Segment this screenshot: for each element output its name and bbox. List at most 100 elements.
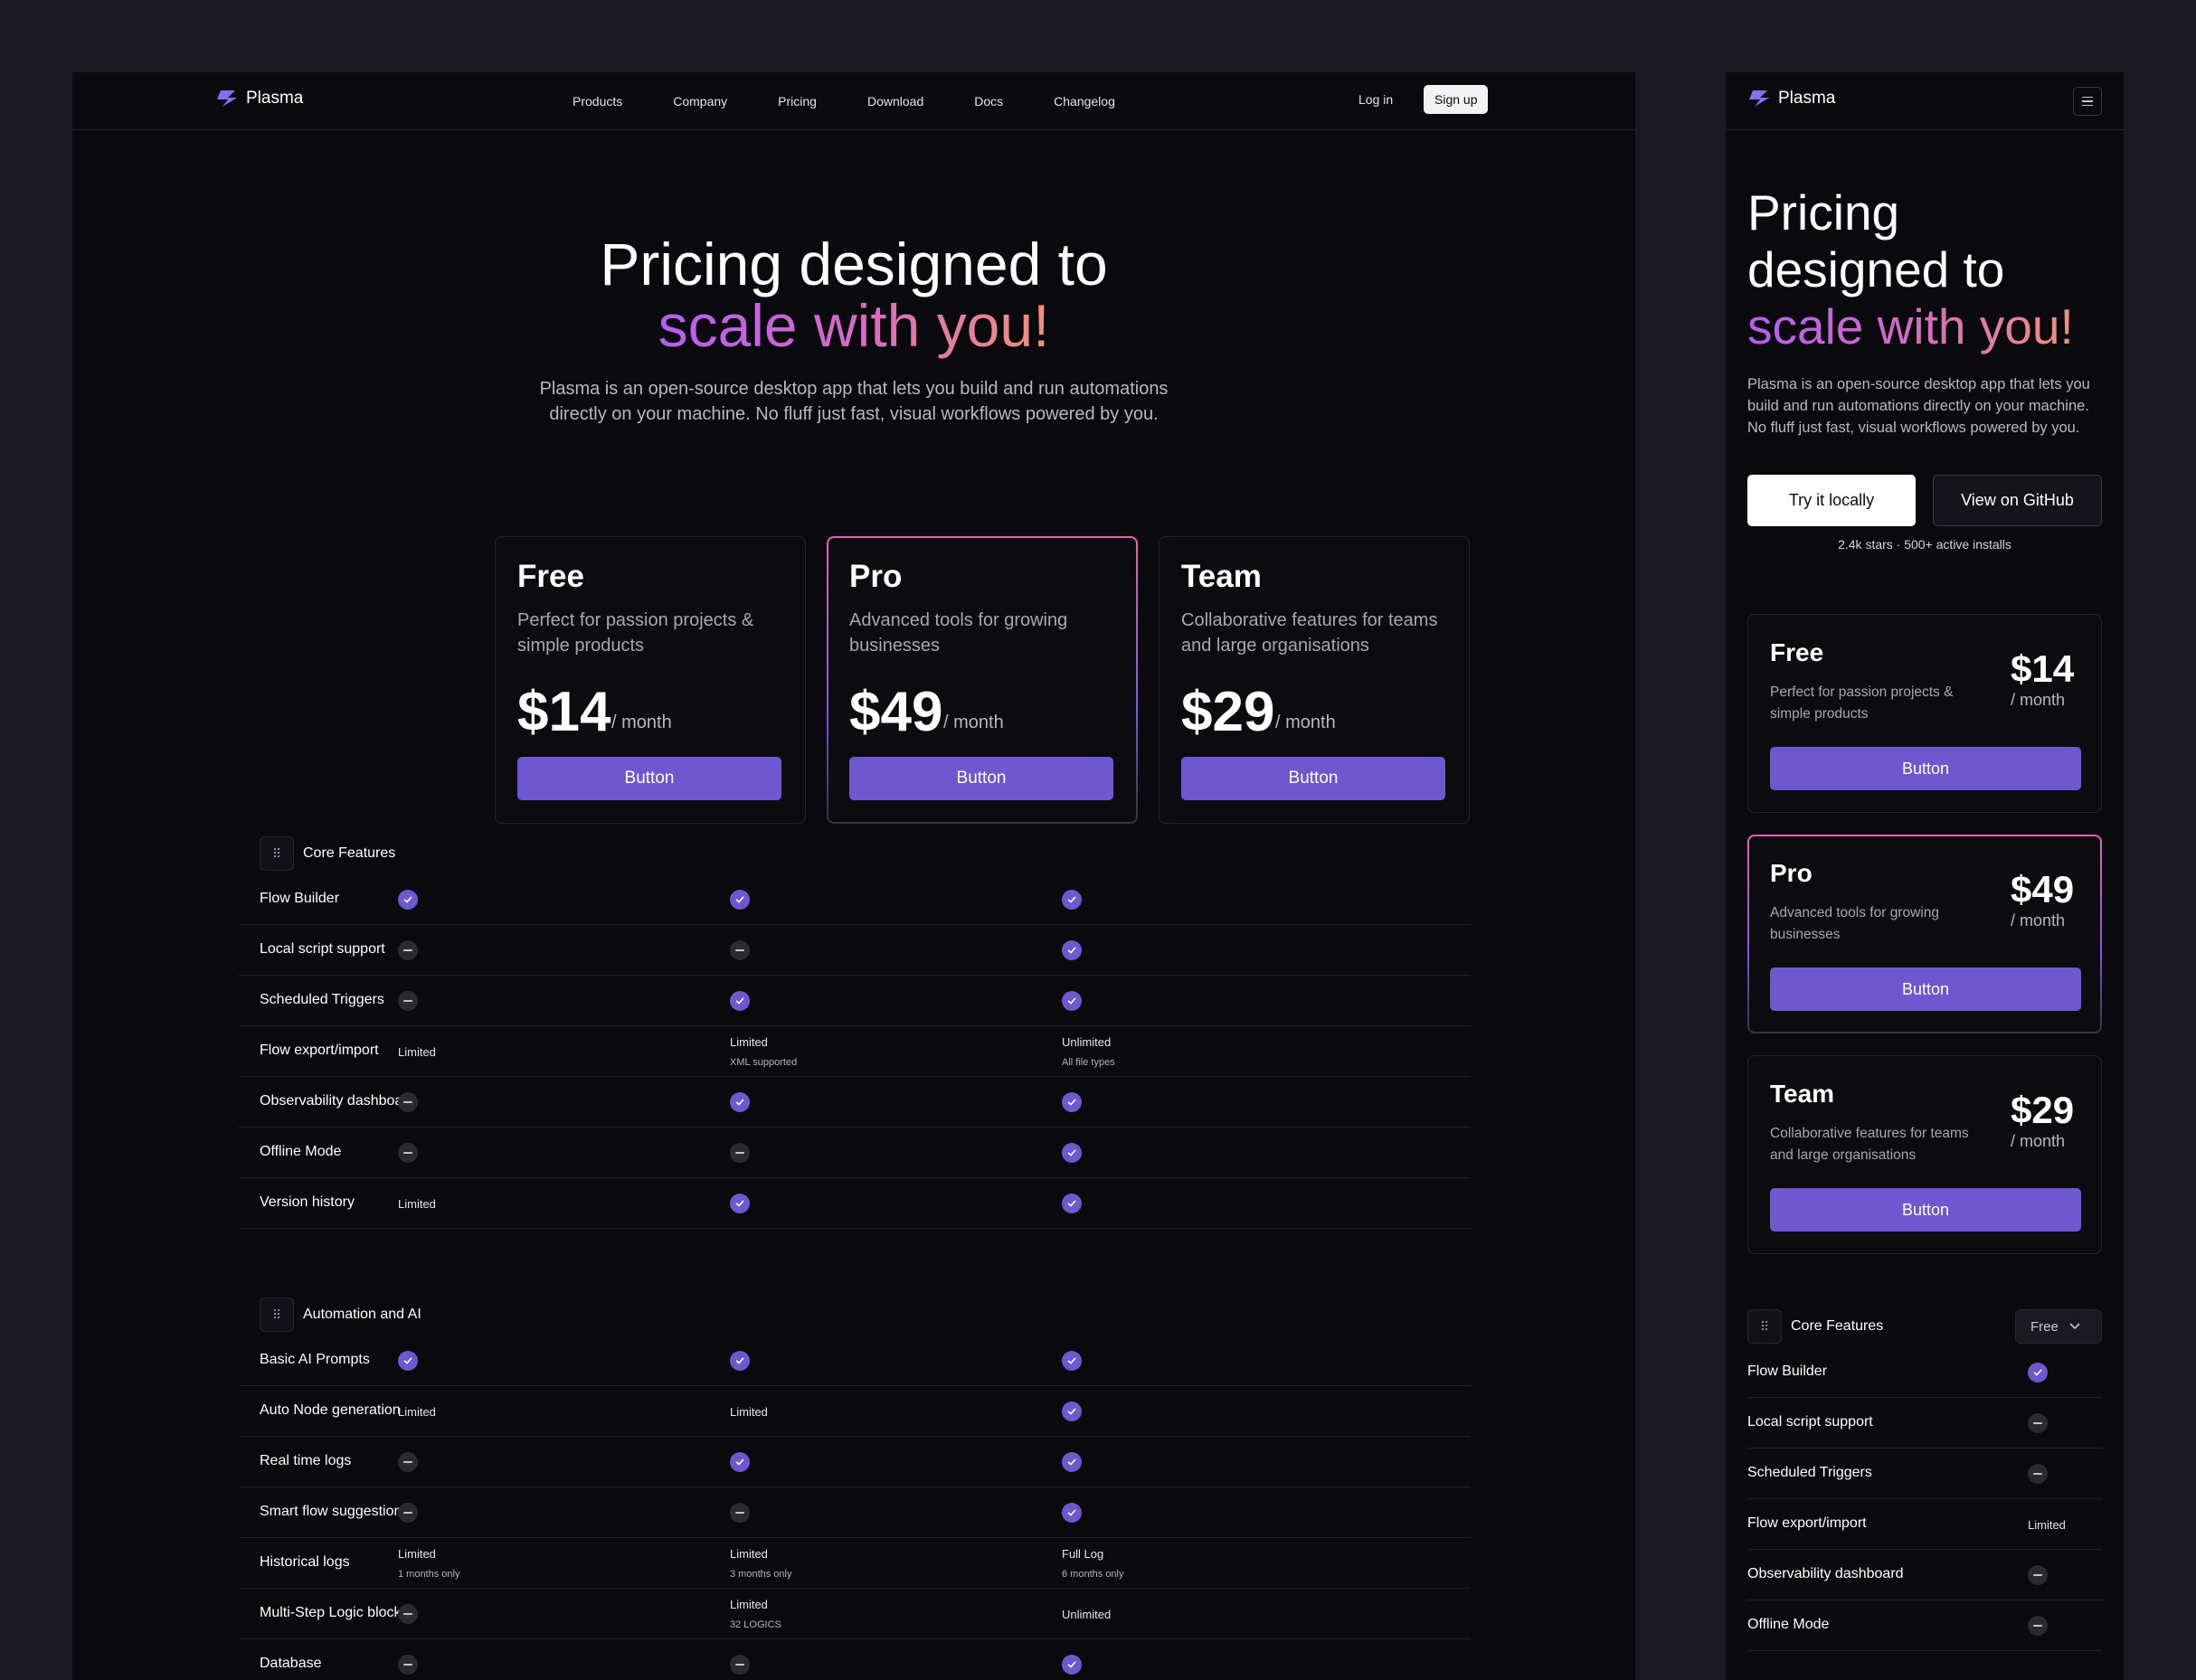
feature-name: Scheduled Triggers	[1747, 1465, 1872, 1480]
not-included-cell	[2028, 1449, 2048, 1499]
check-icon	[1062, 1143, 1082, 1163]
table-row: Smart flow suggestions	[239, 1487, 1471, 1538]
brand-name: Plasma	[1778, 89, 1836, 108]
mobile-plan-card-free: Free Perfect for passion projects & simp…	[1747, 614, 2102, 813]
login-link[interactable]: Log in	[1358, 92, 1393, 107]
cell-text: Limited	[730, 1598, 768, 1611]
cell-subtext: 32 LOGICS	[730, 1619, 781, 1630]
brand-logo[interactable]: Plasma	[215, 89, 303, 109]
hero-title-line1: Pricing designed to	[600, 231, 1108, 297]
cell-text: Limited	[398, 1404, 436, 1419]
plan-select-value: Free	[2030, 1318, 2059, 1335]
nav-link-company[interactable]: Company	[673, 94, 727, 109]
minus-icon	[398, 1092, 418, 1112]
nav-link-products[interactable]: Products	[573, 94, 622, 109]
desktop-frame: Plasma Products Company Pricing Download…	[72, 72, 1635, 1680]
feature-name: Observability dashboard	[1747, 1566, 1904, 1581]
section-title: Core Features	[1791, 1318, 1884, 1334]
table-row: Auto Node generation Limited Limited	[239, 1386, 1471, 1437]
table-row: Version history Limited	[239, 1178, 1471, 1229]
plan-name: Pro	[849, 559, 903, 594]
cell-text: Limited	[730, 1404, 768, 1419]
feature-name: Flow export/import	[260, 1043, 379, 1058]
grip-icon[interactable]: ⠿	[260, 1298, 294, 1332]
plan-name: Free	[517, 559, 584, 594]
text-cell: Limited 1 months only	[398, 1538, 459, 1589]
nav-link-changelog[interactable]: Changelog	[1054, 94, 1115, 109]
plan-price: $29	[1181, 681, 1275, 743]
included-cell	[730, 1336, 750, 1386]
feature-name: Basic AI Prompts	[260, 1352, 370, 1367]
included-cell	[1062, 1178, 1082, 1229]
brand-name: Plasma	[246, 89, 304, 108]
check-icon	[1062, 940, 1082, 960]
grip-icon[interactable]: ⠿	[1747, 1309, 1782, 1344]
brand-logo[interactable]: Plasma	[1747, 89, 1835, 109]
feature-name: Flow export/import	[1747, 1515, 1867, 1531]
plan-name: Pro	[1770, 859, 1813, 887]
signup-button[interactable]: Sign up	[1424, 85, 1489, 114]
table-row: Historical logs Limited 1 months only Limit…	[239, 1538, 1471, 1589]
plan-button-pro[interactable]: Button	[1770, 967, 2081, 1011]
plan-name: Team	[1770, 1080, 1835, 1108]
cell-text: Limited	[398, 1547, 436, 1561]
minus-icon	[398, 940, 418, 960]
section-title: Automation and AI	[303, 1307, 421, 1322]
included-cell	[1062, 1437, 1082, 1487]
text-cell: Unlimited	[1062, 1589, 1111, 1639]
table-row: Flow Builder	[239, 874, 1471, 925]
check-icon	[730, 1194, 750, 1213]
plan-select-dropdown[interactable]: Free	[2015, 1309, 2102, 1344]
plasma-logo-icon	[217, 90, 237, 107]
table-row: Flow export/import Limited	[1747, 1499, 2102, 1550]
cell-text: Limited	[398, 1044, 436, 1059]
included-cell	[730, 1178, 750, 1229]
nav-link-download[interactable]: Download	[867, 94, 923, 109]
plan-price: $29	[2011, 1089, 2075, 1131]
grip-icon[interactable]: ⠿	[260, 836, 294, 871]
included-cell	[398, 874, 418, 925]
plan-button-free[interactable]: Button	[1770, 747, 2081, 790]
table-row: Database	[239, 1639, 1471, 1680]
plan-description: Advanced tools for growing businesses	[1770, 905, 1939, 942]
plan-name: Free	[1770, 638, 1824, 666]
table-row: Scheduled Triggers	[239, 976, 1471, 1026]
nav-link-docs[interactable]: Docs	[974, 94, 1003, 109]
not-included-cell	[730, 925, 750, 976]
cell-text: Limited	[730, 1547, 768, 1561]
minus-icon	[730, 1655, 750, 1675]
check-icon	[1062, 1351, 1082, 1371]
plan-button-team[interactable]: Button	[1770, 1188, 2081, 1232]
plan-card-free: Free Perfect for passion projects & simp…	[495, 536, 806, 824]
text-cell: Limited	[2028, 1499, 2066, 1550]
included-cell	[398, 1336, 418, 1386]
plan-period: / month	[2011, 1132, 2066, 1150]
hamburger-menu-icon[interactable]	[2073, 87, 2102, 116]
plan-button-team[interactable]: Button	[1181, 757, 1445, 800]
hero-subtitle: Plasma is an open-source desktop app tha…	[539, 379, 1169, 424]
check-icon	[1062, 1503, 1082, 1523]
try-locally-button[interactable]: Try it locally	[1747, 475, 1916, 526]
cell-text: Unlimited	[1062, 1035, 1112, 1049]
view-github-button[interactable]: View on GitHub	[1933, 475, 2102, 526]
plan-description: Perfect for passion projects & simple pr…	[1770, 684, 1954, 722]
section-title: Core Features	[303, 845, 396, 861]
feature-name: Offline Mode	[1747, 1617, 1830, 1632]
feature-name: Version history	[260, 1194, 355, 1210]
included-cell	[1062, 1077, 1082, 1128]
nav-link-pricing[interactable]: Pricing	[778, 94, 817, 109]
included-cell	[1062, 1487, 1082, 1538]
plan-button-pro[interactable]: Button	[849, 757, 1113, 800]
cell-subtext: 6 months only	[1062, 1569, 1124, 1580]
plan-button-free[interactable]: Button	[517, 757, 781, 800]
cell-subtext: All file types	[1062, 1057, 1115, 1068]
table-row: Observability dashboard	[239, 1077, 1471, 1128]
plan-period: / month	[611, 713, 672, 732]
cell-text: Limited	[730, 1035, 768, 1049]
table-row: Observability dashboard	[1747, 1550, 2102, 1600]
included-cell	[1062, 925, 1082, 976]
minus-icon	[398, 1655, 418, 1675]
mobile-hero-title: Pricing designed to scale with you!	[1747, 184, 2109, 355]
feature-name: Real time logs	[260, 1453, 352, 1468]
hero-title: Pricing designed to scale with you!	[72, 233, 1635, 356]
